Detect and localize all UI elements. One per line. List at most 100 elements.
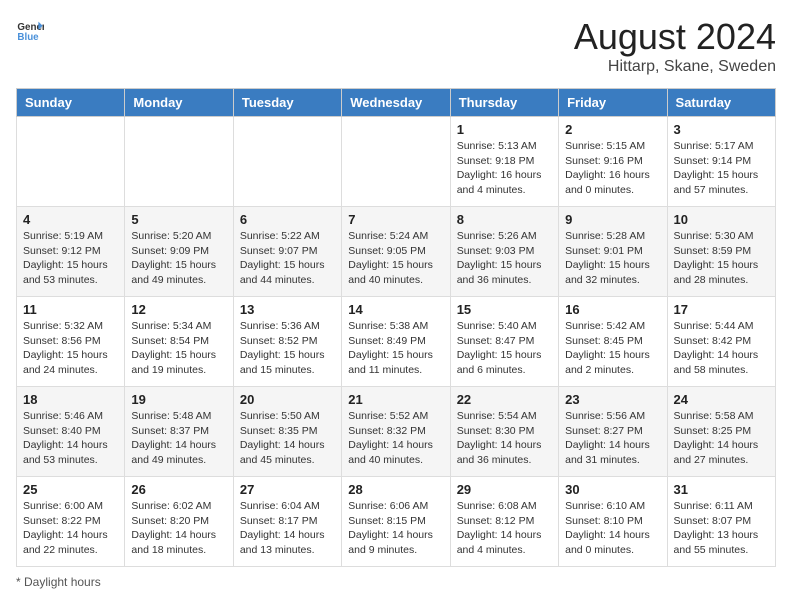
day-number: 11 [23, 302, 118, 317]
day-number: 25 [23, 482, 118, 497]
calendar-cell: 29 Sunrise: 6:08 AM Sunset: 8:12 PM Dayli… [450, 477, 558, 567]
calendar-cell: 4 Sunrise: 5:19 AM Sunset: 9:12 PM Daylig… [17, 207, 125, 297]
calendar-cell: 24 Sunrise: 5:58 AM Sunset: 8:25 PM Dayli… [667, 387, 775, 477]
day-header-monday: Monday [125, 89, 233, 117]
day-number: 8 [457, 212, 552, 227]
logo-icon: General Blue [16, 16, 44, 44]
calendar-table: SundayMondayTuesdayWednesdayThursdayFrid… [16, 88, 776, 567]
week-row-2: 4 Sunrise: 5:19 AM Sunset: 9:12 PM Daylig… [17, 207, 776, 297]
calendar-cell: 13 Sunrise: 5:36 AM Sunset: 8:52 PM Dayli… [233, 297, 341, 387]
day-info: Sunrise: 5:38 AM Sunset: 8:49 PM Dayligh… [348, 319, 443, 378]
day-number: 4 [23, 212, 118, 227]
day-info: Sunrise: 5:19 AM Sunset: 9:12 PM Dayligh… [23, 229, 118, 288]
day-header-thursday: Thursday [450, 89, 558, 117]
week-row-3: 11 Sunrise: 5:32 AM Sunset: 8:56 PM Dayli… [17, 297, 776, 387]
week-row-5: 25Sunrise: 6:00 AM Sunset: 8:22 PM Dayli… [17, 477, 776, 567]
day-info: Sunrise: 5:20 AM Sunset: 9:09 PM Dayligh… [131, 229, 226, 288]
day-info: Sunrise: 5:34 AM Sunset: 8:54 PM Dayligh… [131, 319, 226, 378]
calendar-cell: 18 Sunrise: 5:46 AM Sunset: 8:40 PM Dayli… [17, 387, 125, 477]
calendar-cell: 25Sunrise: 6:00 AM Sunset: 8:22 PM Dayli… [17, 477, 125, 567]
day-info: Sunrise: 5:58 AM Sunset: 8:25 PM Dayligh… [674, 409, 769, 468]
week-row-1: 1 Sunrise: 5:13 AM Sunset: 9:18 PM Daylig… [17, 117, 776, 207]
day-number: 1 [457, 122, 552, 137]
day-number: 27 [240, 482, 335, 497]
calendar-cell: 5 Sunrise: 5:20 AM Sunset: 9:09 PM Daylig… [125, 207, 233, 297]
calendar-cell: 31 Sunrise: 6:11 AM Sunset: 8:07 PM Dayli… [667, 477, 775, 567]
day-number: 30 [565, 482, 660, 497]
day-number: 13 [240, 302, 335, 317]
day-header-saturday: Saturday [667, 89, 775, 117]
calendar-cell: 30 Sunrise: 6:10 AM Sunset: 8:10 PM Dayli… [559, 477, 667, 567]
day-info: Sunrise: 6:11 AM Sunset: 8:07 PM Dayligh… [674, 499, 769, 558]
day-info: Sunrise: 5:30 AM Sunset: 8:59 PM Dayligh… [674, 229, 769, 288]
calendar-cell [342, 117, 450, 207]
day-number: 6 [240, 212, 335, 227]
calendar-cell: 1 Sunrise: 5:13 AM Sunset: 9:18 PM Daylig… [450, 117, 558, 207]
day-number: 15 [457, 302, 552, 317]
calendar-cell: 12 Sunrise: 5:34 AM Sunset: 8:54 PM Dayli… [125, 297, 233, 387]
day-info: Sunrise: 6:02 AM Sunset: 8:20 PM Dayligh… [131, 499, 226, 558]
calendar-cell: 27 Sunrise: 6:04 AM Sunset: 8:17 PM Dayli… [233, 477, 341, 567]
day-number: 26 [131, 482, 226, 497]
calendar-cell [125, 117, 233, 207]
week-row-4: 18 Sunrise: 5:46 AM Sunset: 8:40 PM Dayli… [17, 387, 776, 477]
day-info: Sunrise: 6:06 AM Sunset: 8:15 PM Dayligh… [348, 499, 443, 558]
day-number: 3 [674, 122, 769, 137]
day-info: Sunrise: 6:04 AM Sunset: 8:17 PM Dayligh… [240, 499, 335, 558]
day-info: Sunrise: 5:40 AM Sunset: 8:47 PM Dayligh… [457, 319, 552, 378]
day-info: Sunrise: 5:13 AM Sunset: 9:18 PM Dayligh… [457, 139, 552, 198]
day-info: Sunrise: 5:32 AM Sunset: 8:56 PM Dayligh… [23, 319, 118, 378]
calendar-cell: 28 Sunrise: 6:06 AM Sunset: 8:15 PM Dayli… [342, 477, 450, 567]
day-info: Sunrise: 5:36 AM Sunset: 8:52 PM Dayligh… [240, 319, 335, 378]
day-number: 10 [674, 212, 769, 227]
day-info: Sunrise: 6:10 AM Sunset: 8:10 PM Dayligh… [565, 499, 660, 558]
day-number: 2 [565, 122, 660, 137]
day-info: Sunrise: 5:52 AM Sunset: 8:32 PM Dayligh… [348, 409, 443, 468]
day-info: Sunrise: 5:17 AM Sunset: 9:14 PM Dayligh… [674, 139, 769, 198]
day-header-sunday: Sunday [17, 89, 125, 117]
title-area: August 2024 Hittarp, Skane, Sweden [574, 16, 776, 76]
calendar-cell: 9 Sunrise: 5:28 AM Sunset: 9:01 PM Daylig… [559, 207, 667, 297]
header: General Blue August 2024 Hittarp, Skane,… [16, 16, 776, 76]
calendar-cell: 8 Sunrise: 5:26 AM Sunset: 9:03 PM Daylig… [450, 207, 558, 297]
day-info: Sunrise: 5:46 AM Sunset: 8:40 PM Dayligh… [23, 409, 118, 468]
calendar-cell: 20Sunrise: 5:50 AM Sunset: 8:35 PM Dayli… [233, 387, 341, 477]
main-title: August 2024 [574, 16, 776, 58]
day-number: 28 [348, 482, 443, 497]
subtitle: Hittarp, Skane, Sweden [574, 58, 776, 76]
calendar-cell: 14 Sunrise: 5:38 AM Sunset: 8:49 PM Dayli… [342, 297, 450, 387]
day-number: 18 [23, 392, 118, 407]
calendar-cell: 2Sunrise: 5:15 AM Sunset: 9:16 PM Daylig… [559, 117, 667, 207]
day-number: 9 [565, 212, 660, 227]
day-number: 19 [131, 392, 226, 407]
day-info: Sunrise: 5:48 AM Sunset: 8:37 PM Dayligh… [131, 409, 226, 468]
calendar-cell [233, 117, 341, 207]
day-number: 16 [565, 302, 660, 317]
calendar-cell: 23Sunrise: 5:56 AM Sunset: 8:27 PM Dayli… [559, 387, 667, 477]
calendar-cell: 15 Sunrise: 5:40 AM Sunset: 8:47 PM Dayli… [450, 297, 558, 387]
day-info: Sunrise: 5:22 AM Sunset: 9:07 PM Dayligh… [240, 229, 335, 288]
calendar-cell: 7Sunrise: 5:24 AM Sunset: 9:05 PM Daylig… [342, 207, 450, 297]
calendar-cell: 22Sunrise: 5:54 AM Sunset: 8:30 PM Dayli… [450, 387, 558, 477]
day-number: 14 [348, 302, 443, 317]
calendar-cell: 17Sunrise: 5:44 AM Sunset: 8:42 PM Dayli… [667, 297, 775, 387]
day-number: 31 [674, 482, 769, 497]
day-number: 24 [674, 392, 769, 407]
day-header-tuesday: Tuesday [233, 89, 341, 117]
calendar-cell: 11 Sunrise: 5:32 AM Sunset: 8:56 PM Dayli… [17, 297, 125, 387]
day-number: 21 [348, 392, 443, 407]
day-number: 23 [565, 392, 660, 407]
day-info: Sunrise: 5:28 AM Sunset: 9:01 PM Dayligh… [565, 229, 660, 288]
day-number: 20 [240, 392, 335, 407]
calendar-cell: 3 Sunrise: 5:17 AM Sunset: 9:14 PM Daylig… [667, 117, 775, 207]
day-info: Sunrise: 5:26 AM Sunset: 9:03 PM Dayligh… [457, 229, 552, 288]
day-number: 5 [131, 212, 226, 227]
calendar-cell [17, 117, 125, 207]
day-number: 7 [348, 212, 443, 227]
day-info: Sunrise: 6:08 AM Sunset: 8:12 PM Dayligh… [457, 499, 552, 558]
day-number: 12 [131, 302, 226, 317]
day-number: 29 [457, 482, 552, 497]
calendar-cell: 21 Sunrise: 5:52 AM Sunset: 8:32 PM Dayli… [342, 387, 450, 477]
day-header-friday: Friday [559, 89, 667, 117]
calendar-cell: 16Sunrise: 5:42 AM Sunset: 8:45 PM Dayli… [559, 297, 667, 387]
